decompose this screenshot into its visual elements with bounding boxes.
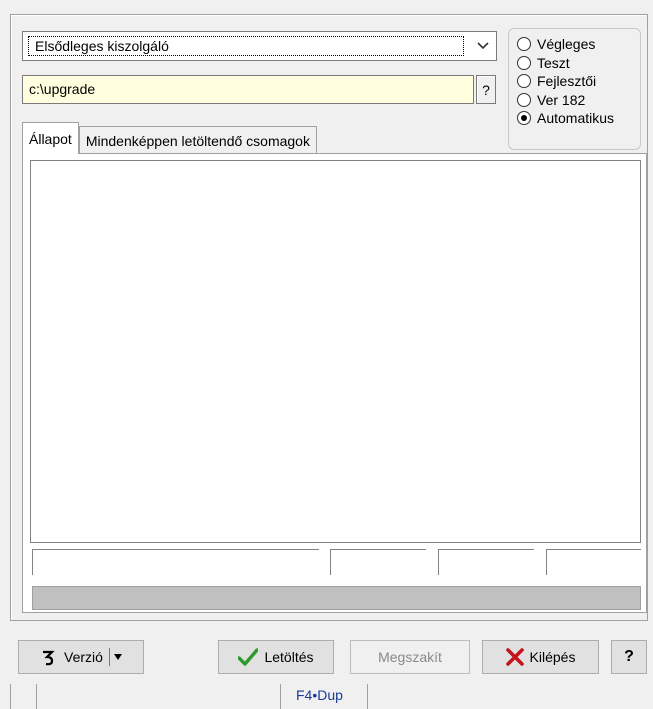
radio-ver182[interactable]: Ver 182: [517, 91, 640, 110]
status-field-2: [330, 549, 426, 575]
status-divider: [280, 684, 281, 709]
mode-radio-group: Végleges Teszt Fejlesztői Ver 182 Automa…: [508, 28, 641, 150]
path-field[interactable]: c:\upgrade: [22, 75, 474, 104]
radio-label: Automatikus: [537, 110, 615, 127]
radio-selected-icon: [517, 111, 531, 126]
chevron-down-icon[interactable]: [470, 32, 496, 60]
download-label: Letöltés: [264, 649, 314, 665]
radio-circle-icon: [517, 92, 531, 107]
dropdown-arrow-icon[interactable]: [113, 654, 122, 660]
exit-label: Kilépés: [529, 649, 576, 665]
server-combobox[interactable]: Elsődleges kiszolgáló: [22, 31, 497, 61]
radio-vegleges[interactable]: Végleges: [517, 35, 640, 54]
radio-label: Ver 182: [537, 91, 586, 108]
radio-label: Teszt: [537, 54, 570, 71]
help-button[interactable]: ?: [611, 640, 647, 674]
radio-circle-icon: [517, 37, 531, 52]
close-x-icon: [505, 648, 524, 666]
radio-teszt[interactable]: Teszt: [517, 54, 640, 73]
version-button[interactable]: Verzió: [18, 640, 144, 674]
version-icon: [40, 648, 58, 666]
status-divider: [36, 684, 37, 709]
progress-bar: [32, 586, 641, 610]
path-help-button[interactable]: ?: [476, 75, 496, 104]
status-field-3: [438, 549, 534, 575]
status-log-list[interactable]: [30, 160, 641, 543]
download-button[interactable]: Letöltés: [218, 640, 334, 674]
status-divider: [367, 684, 368, 709]
tab-strip: Állapot Mindenképpen letöltendő csomagok: [22, 122, 317, 154]
version-label: Verzió: [64, 649, 103, 665]
split-divider: [108, 648, 110, 666]
tab-panel: [22, 153, 647, 613]
status-divider: [10, 684, 11, 709]
radio-label: Végleges: [537, 36, 596, 53]
radio-circle-icon: [517, 55, 531, 70]
status-field-4: [546, 549, 641, 575]
radio-circle-icon: [517, 74, 531, 89]
abort-button[interactable]: Megszakít: [350, 640, 470, 674]
tab-allapot[interactable]: Állapot: [22, 122, 79, 154]
radio-automatikus[interactable]: Automatikus: [517, 109, 640, 128]
radio-fejlesztoi[interactable]: Fejlesztői: [517, 72, 640, 91]
radio-label: Fejlesztői: [537, 73, 597, 90]
tab-mindenkeppen-letoltendo[interactable]: Mindenképpen letöltendő csomagok: [78, 126, 317, 154]
exit-button[interactable]: Kilépés: [482, 640, 599, 674]
server-combobox-value: Elsődleges kiszolgáló: [28, 36, 464, 56]
status-bar: F4•Dup: [0, 684, 653, 709]
checkmark-icon: [238, 648, 259, 666]
status-field-1: [32, 549, 319, 575]
abort-label: Megszakít: [378, 649, 442, 665]
status-shortcut-text: F4•Dup: [296, 687, 343, 703]
